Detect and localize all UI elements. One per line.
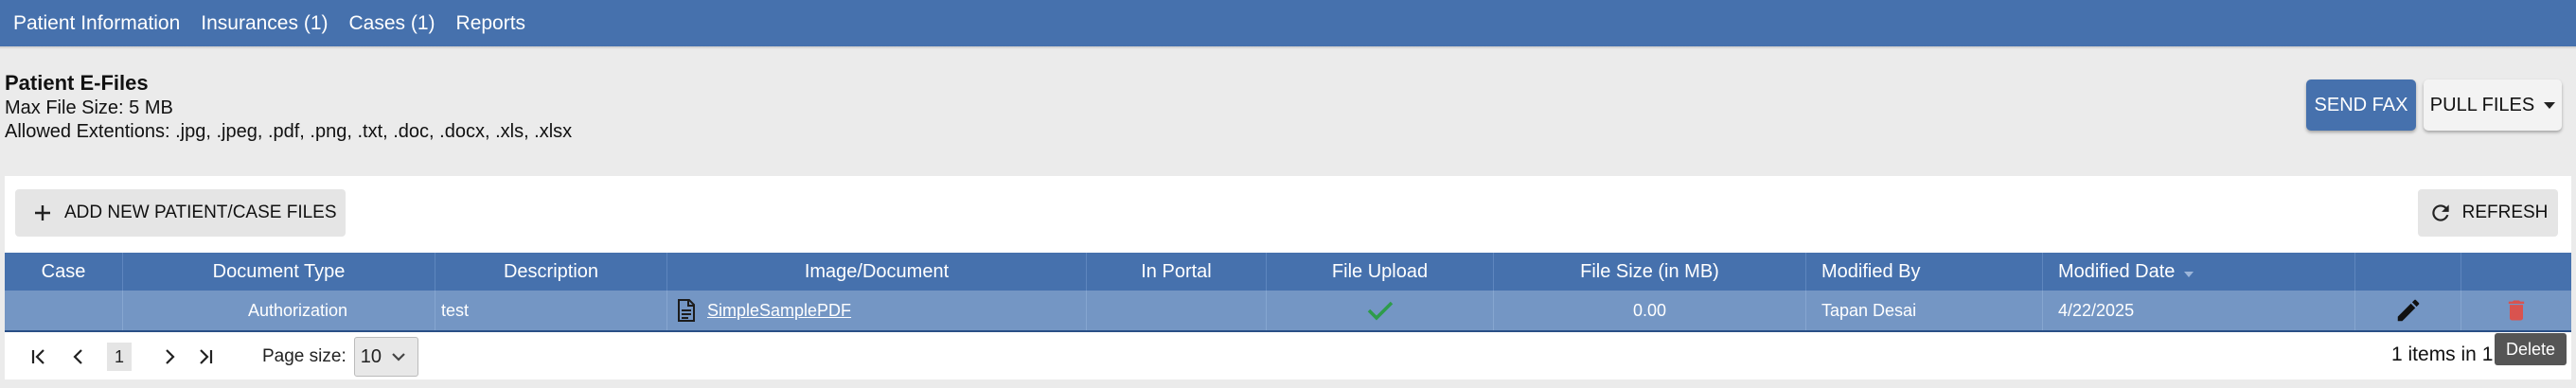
grid-header: Case Document Type Description Image/Doc… (5, 253, 2571, 291)
nav-insurances[interactable]: Insurances (1) (201, 12, 328, 35)
document-type-value: Authorization (248, 300, 348, 320)
page-title: Patient E-Files (5, 71, 149, 95)
current-page[interactable]: 1 (107, 343, 132, 371)
cell-in-portal (1087, 291, 1267, 330)
nav-patient-information[interactable]: Patient Information (13, 12, 180, 35)
chevron-down-icon (392, 353, 405, 362)
cell-description: test (435, 291, 667, 330)
cell-case (5, 291, 123, 330)
refresh-icon (2431, 204, 2449, 221)
document-icon (678, 299, 695, 322)
cell-file-size: 0.00 (1494, 291, 1806, 330)
plus-icon (35, 205, 50, 220)
max-file-size: Max File Size: 5 MB (5, 97, 173, 118)
col-modified-date[interactable]: Modified Date (2043, 253, 2355, 291)
next-page-icon[interactable] (158, 346, 181, 367)
col-document-type[interactable]: Document Type (123, 253, 435, 291)
nav-cases[interactable]: Cases (1) (349, 12, 435, 35)
trash-icon[interactable] (2503, 296, 2530, 325)
check-icon (1367, 301, 1393, 321)
col-modified-date-label: Modified Date (2058, 260, 2176, 282)
add-files-button[interactable]: Add New Patient/Case Files (15, 189, 346, 237)
cell-document: SimpleSamplePDF (667, 291, 1087, 330)
document-link[interactable]: SimpleSamplePDF (707, 301, 851, 321)
pull-files-button[interactable]: Pull Files (2424, 79, 2562, 131)
col-in-portal[interactable]: In Portal (1087, 253, 1267, 291)
cell-edit (2355, 291, 2461, 330)
pager: 1 Page size: 10 1 items in 1 (5, 334, 2571, 379)
cell-modified-date: 4/22/2025 (2043, 291, 2355, 330)
refresh-label: Refresh (2461, 203, 2549, 222)
efiles-header: Patient E-Files Max File Size: 5 MB Allo… (5, 70, 572, 144)
allowed-extensions: Allowed Extentions: .jpg, .jpeg, .pdf, .… (5, 121, 573, 142)
page-size-value: 10 (360, 345, 382, 367)
last-page-icon[interactable] (194, 346, 217, 367)
send-fax-button[interactable]: Send Fax (2306, 79, 2416, 131)
refresh-button[interactable]: Refresh (2418, 189, 2558, 237)
col-file-upload[interactable]: File Upload (1267, 253, 1494, 291)
sort-icon[interactable] (2184, 272, 2194, 277)
cell-modified-by: Tapan Desai (1806, 291, 2043, 330)
top-nav: Patient Information Insurances (1) Cases… (0, 0, 2576, 46)
delete-tooltip: Delete (2495, 333, 2567, 365)
page-size-label: Page size: (262, 346, 346, 366)
pull-files-label: Pull Files (2429, 94, 2535, 115)
nav-shadow (0, 46, 2576, 49)
col-case[interactable]: Case (5, 253, 123, 291)
cell-file-upload (1267, 291, 1494, 330)
caret-down-icon (2544, 101, 2556, 109)
col-edit (2355, 253, 2461, 291)
files-panel: Add New Patient/Case Files Refresh Case … (5, 176, 2571, 379)
table-row[interactable]: Authorization test SimpleSamplePDF 0.00 … (5, 291, 2571, 332)
nav-reports[interactable]: Reports (456, 12, 526, 35)
col-image-document[interactable]: Image/Document (667, 253, 1087, 291)
col-delete (2461, 253, 2571, 291)
prev-page-icon[interactable] (67, 346, 90, 367)
cell-delete (2461, 291, 2571, 330)
first-page-icon[interactable] (27, 346, 50, 367)
cell-document-type: Authorization (123, 291, 435, 330)
edit-icon[interactable] (2394, 296, 2423, 325)
add-files-label: Add New Patient/Case Files (64, 203, 337, 222)
col-description[interactable]: Description (435, 253, 667, 291)
col-file-size[interactable]: File Size (in MB) (1494, 253, 1806, 291)
col-modified-by[interactable]: Modified By (1806, 253, 2043, 291)
page-size-select[interactable]: 10 (353, 337, 418, 377)
